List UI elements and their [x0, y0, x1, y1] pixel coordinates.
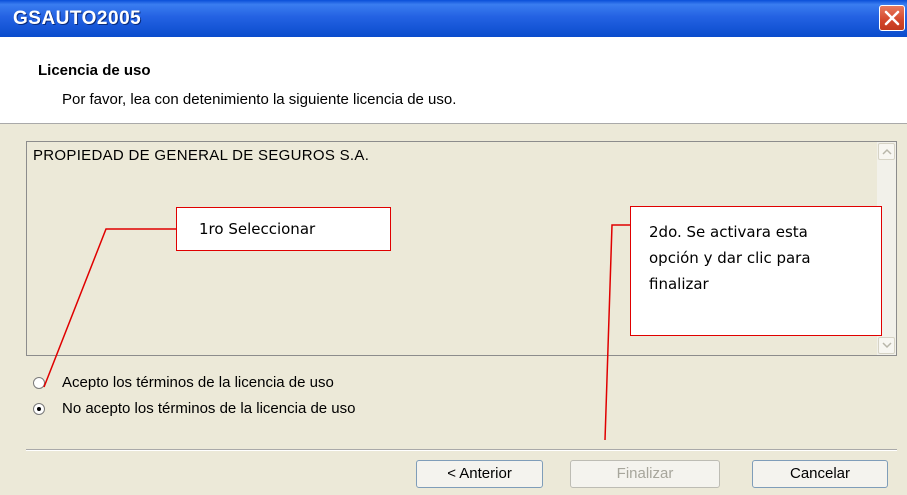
annotation-line-2: [604, 224, 630, 441]
annotation-step1-text: 1ro Seleccionar: [199, 220, 316, 238]
annotation-step2: 2do. Se activara esta opción y dar clic …: [630, 206, 882, 336]
annotation-step2-text: 2do. Se activara esta opción y dar clic …: [649, 223, 811, 293]
annotation-line-1: [43, 228, 176, 388]
annotation-step1: 1ro Seleccionar: [176, 207, 391, 251]
